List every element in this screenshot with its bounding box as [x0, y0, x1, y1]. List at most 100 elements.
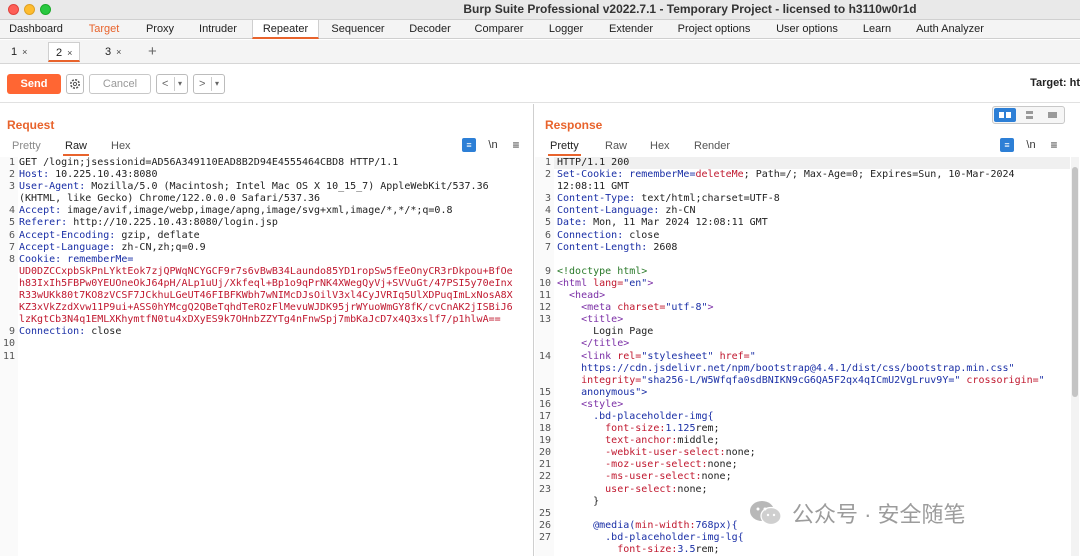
- wrap-lines-icon[interactable]: ≡: [1000, 138, 1014, 152]
- code-line[interactable]: -webkit-user-select:none;: [557, 447, 1068, 459]
- tab-dashboard[interactable]: Dashboard: [0, 20, 72, 39]
- response-scrollbar[interactable]: [1071, 157, 1079, 556]
- code-line[interactable]: 12:08:11 GMT: [557, 181, 1068, 193]
- repeater-tab-2[interactable]: 2 ×: [48, 42, 81, 62]
- code-line[interactable]: -ms-user-select:none;: [557, 471, 1068, 483]
- code-line[interactable]: R33wUKk80t7KO8zVCSF7JCkhuLGeUT46FIBFKWbh…: [19, 290, 533, 302]
- tab-logger[interactable]: Logger: [535, 20, 597, 39]
- target-label[interactable]: Target: ht: [1030, 77, 1080, 89]
- settings-button[interactable]: [66, 74, 84, 94]
- tab-intruder[interactable]: Intruder: [184, 20, 252, 39]
- back-arrow-icon[interactable]: <: [162, 75, 168, 93]
- add-tab-button[interactable]: +: [148, 42, 157, 62]
- tab-auth-analyzer[interactable]: Auth Analyzer: [903, 20, 997, 39]
- code-line[interactable]: <link rel="stylesheet" href=": [557, 351, 1068, 363]
- code-line[interactable]: Content-Type: text/html;charset=UTF-8: [557, 193, 1068, 205]
- tab-hex[interactable]: Hex: [109, 138, 133, 156]
- tab-hex[interactable]: Hex: [648, 138, 672, 156]
- split-vertical-icon[interactable]: [1018, 108, 1040, 122]
- code-line[interactable]: Accept: image/avif,image/webp,image/apng…: [19, 205, 533, 217]
- code-line[interactable]: Accept-Language: zh-CN,zh;q=0.9: [19, 242, 533, 254]
- code-line[interactable]: text-anchor:middle;: [557, 435, 1068, 447]
- tab-target[interactable]: Target: [72, 20, 136, 39]
- tab-pretty[interactable]: Pretty: [10, 138, 43, 156]
- code-line[interactable]: UD0DZCCxpbSkPnLYktEok7zjQPWqNCYGCF9r7s6v…: [19, 266, 533, 278]
- code-line[interactable]: Referer: http://10.225.10.43:8080/login.…: [19, 217, 533, 229]
- code-line[interactable]: font-size:3.5rem;: [557, 544, 1068, 556]
- close-tab-icon[interactable]: ×: [22, 47, 27, 57]
- close-tab-icon[interactable]: ×: [116, 47, 121, 57]
- code-line[interactable]: (KHTML, like Gecko) Chrome/122.0.0.0 Saf…: [19, 193, 533, 205]
- code-line[interactable]: h83IxIh5FBPw0YEUOneOkJ64pH/ALp1uUj/Xkfeq…: [19, 278, 533, 290]
- code-line[interactable]: font-size:1.125rem;: [557, 423, 1068, 435]
- code-line[interactable]: <meta charset="utf-8">: [557, 302, 1068, 314]
- single-pane-icon[interactable]: [1041, 108, 1063, 122]
- code-line[interactable]: Login Page: [557, 326, 1068, 338]
- tab-repeater[interactable]: Repeater: [252, 20, 319, 39]
- scrollbar-thumb[interactable]: [1072, 167, 1078, 397]
- tab-proxy[interactable]: Proxy: [136, 20, 184, 39]
- tab-project-options[interactable]: Project options: [665, 20, 763, 39]
- tab-pretty[interactable]: Pretty: [548, 138, 581, 156]
- code-line[interactable]: Date: Mon, 11 Mar 2024 12:08:11 GMT: [557, 217, 1068, 229]
- layout-toggle[interactable]: [992, 106, 1065, 124]
- code-line[interactable]: -moz-user-select:none;: [557, 459, 1068, 471]
- code-line[interactable]: Connection: close: [19, 326, 533, 338]
- code-line[interactable]: .bd-placeholder-img{: [557, 411, 1068, 423]
- wrap-lines-icon[interactable]: ≡: [462, 138, 476, 152]
- split-horizontal-icon[interactable]: [994, 108, 1016, 122]
- code-line[interactable]: Cookie: rememberMe=: [19, 254, 533, 266]
- tab-raw[interactable]: Raw: [603, 138, 629, 156]
- code-line[interactable]: <title>: [557, 314, 1068, 326]
- tab-extender[interactable]: Extender: [597, 20, 665, 39]
- tab-raw[interactable]: Raw: [63, 138, 90, 156]
- menu-icon[interactable]: ≡: [510, 138, 522, 152]
- code-line[interactable]: Accept-Encoding: gzip, deflate: [19, 230, 533, 242]
- code-line[interactable]: <head>: [557, 290, 1068, 302]
- forward-arrow-icon[interactable]: >: [199, 75, 205, 93]
- request-editor[interactable]: 123 45678 9 10 11 GET /login;jsessionid=AD…: [0, 157, 533, 556]
- tab-decoder[interactable]: Decoder: [397, 20, 463, 39]
- tab-comparer[interactable]: Comparer: [463, 20, 535, 39]
- tab-sequencer[interactable]: Sequencer: [319, 20, 397, 39]
- code-line[interactable]: [557, 254, 1068, 266]
- repeater-tab-3[interactable]: 3 ×: [98, 42, 128, 62]
- code-line[interactable]: [19, 351, 533, 363]
- tab-user-options[interactable]: User options: [763, 20, 851, 39]
- forward-button-group[interactable]: > ▾: [193, 74, 225, 94]
- code-line[interactable]: Content-Language: zh-CN: [557, 205, 1068, 217]
- code-line[interactable]: <html lang="en">: [557, 278, 1068, 290]
- tab-render[interactable]: Render: [692, 138, 732, 156]
- request-code[interactable]: GET /login;jsessionid=AD56A349110EAD8B2D…: [19, 157, 533, 556]
- newline-toggle[interactable]: \n: [1025, 138, 1037, 152]
- code-line[interactable]: GET /login;jsessionid=AD56A349110EAD8B2D…: [19, 157, 533, 169]
- newline-toggle[interactable]: \n: [487, 138, 499, 152]
- repeater-tab-1[interactable]: 1 ×: [4, 42, 34, 62]
- code-line[interactable]: </title>: [557, 338, 1068, 350]
- code-line[interactable]: KZ3xVkZzdXvw11P9ui+ASS0hYMcgQ2QBeTqhdTeR…: [19, 302, 533, 314]
- code-line[interactable]: Connection: close: [557, 230, 1068, 242]
- code-token: .bd-placeholder-img{: [557, 410, 714, 422]
- code-line[interactable]: integrity="sha256-L/W5Wfqfa0sdBNIKN9cG6Q…: [557, 375, 1068, 387]
- code-line[interactable]: Set-Cookie: rememberMe=deleteMe; Path=/;…: [557, 169, 1068, 181]
- chevron-down-icon[interactable]: ▾: [178, 75, 182, 93]
- back-button-group[interactable]: < ▾: [156, 74, 188, 94]
- code-line[interactable]: [19, 338, 533, 350]
- code-line[interactable]: HTTP/1.1 200: [557, 157, 1068, 169]
- code-line[interactable]: .bd-placeholder-img-lg{: [557, 532, 1068, 544]
- code-line[interactable]: lzKgtCb3N4q1EMLXKhymtfN0tu4xDXyES9k7OHnb…: [19, 314, 533, 326]
- code-line[interactable]: <style>: [557, 399, 1068, 411]
- code-line[interactable]: Host: 10.225.10.43:8080: [19, 169, 533, 181]
- code-line[interactable]: <!doctype html>: [557, 266, 1068, 278]
- chevron-down-icon[interactable]: ▾: [215, 75, 219, 93]
- code-line[interactable]: user-select:none;: [557, 484, 1068, 496]
- code-token: text/html;charset=UTF-8: [641, 193, 780, 205]
- tab-learn[interactable]: Learn: [851, 20, 903, 39]
- code-line[interactable]: https://cdn.jsdelivr.net/npm/bootstrap@4…: [557, 363, 1068, 375]
- code-line[interactable]: anonymous">: [557, 387, 1068, 399]
- code-line[interactable]: User-Agent: Mozilla/5.0 (Macintosh; Inte…: [19, 181, 533, 193]
- code-line[interactable]: Content-Length: 2608: [557, 242, 1068, 254]
- close-tab-icon[interactable]: ×: [67, 48, 72, 58]
- send-button[interactable]: Send: [7, 74, 61, 94]
- menu-icon[interactable]: ≡: [1048, 138, 1060, 152]
